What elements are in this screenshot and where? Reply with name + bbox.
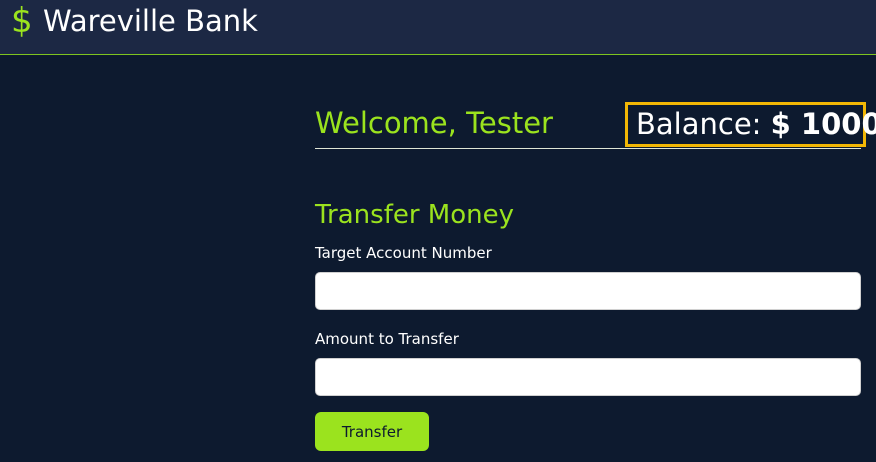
- transfer-button[interactable]: Transfer: [315, 412, 429, 451]
- amount-label: Amount to Transfer: [315, 330, 459, 348]
- brand-name: Wareville Bank: [43, 4, 258, 38]
- welcome-heading: Welcome, Tester: [315, 106, 553, 140]
- transfer-money-heading: Transfer Money: [315, 200, 515, 230]
- dollar-sign-icon: $: [11, 1, 33, 41]
- app-header: $ Wareville Bank: [0, 0, 876, 55]
- balance-box: Balance: $ 1000: [625, 102, 876, 147]
- target-account-input[interactable]: [315, 272, 861, 310]
- balance-label: Balance:: [636, 107, 762, 141]
- section-divider: [315, 148, 861, 149]
- amount-input[interactable]: [315, 358, 861, 396]
- target-account-label: Target Account Number: [315, 244, 492, 262]
- balance-value: $ 1000: [770, 107, 876, 141]
